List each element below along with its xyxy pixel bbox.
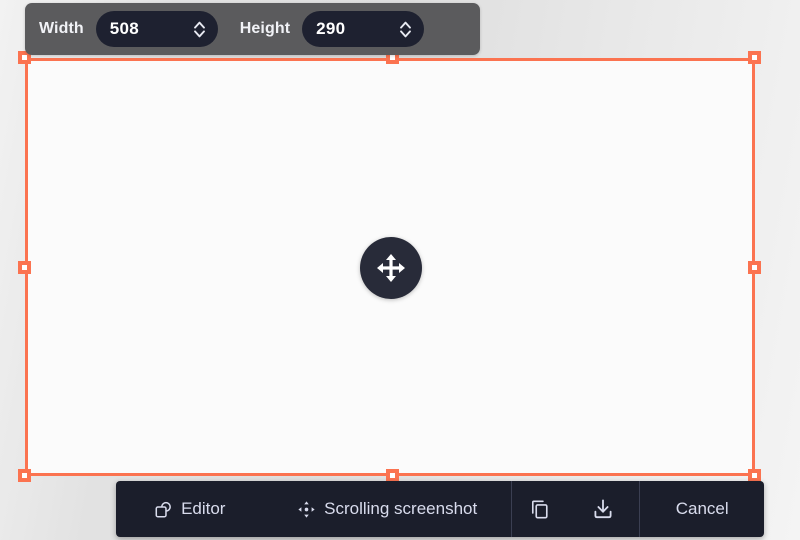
download-icon — [591, 497, 615, 521]
resize-handle-bottom-left[interactable] — [18, 469, 31, 482]
move-handle[interactable] — [360, 237, 422, 299]
resize-handle-middle-left[interactable] — [18, 261, 31, 274]
copy-button[interactable] — [512, 481, 576, 537]
resize-handle-middle-right[interactable] — [748, 261, 761, 274]
height-input[interactable]: 290 — [302, 11, 425, 47]
scrolling-screenshot-label: Scrolling screenshot — [324, 499, 478, 518]
move-arrows-icon — [297, 500, 316, 519]
cancel-button[interactable]: Cancel — [640, 481, 764, 537]
size-toolbar: Width 508 Height 290 — [25, 3, 480, 55]
height-value: 290 — [316, 19, 346, 38]
copy-icon — [528, 498, 551, 521]
shapes-icon — [154, 500, 173, 519]
width-stepper[interactable] — [193, 20, 206, 39]
action-toolbar: Editor Scrolling screenshot Cancel — [116, 481, 764, 537]
width-input[interactable]: 508 — [95, 11, 218, 47]
height-stepper[interactable] — [399, 20, 412, 39]
save-download-button[interactable] — [576, 481, 640, 537]
width-value: 508 — [109, 19, 140, 38]
scrolling-screenshot-button[interactable]: Scrolling screenshot — [264, 481, 511, 537]
resize-handle-top-right[interactable] — [748, 51, 761, 64]
editor-label: Editor — [181, 499, 226, 518]
height-control: Height 290 — [239, 11, 425, 47]
screenshot-capture-overlay: Width 508 Height 290 Editor Scrolling sc… — [0, 0, 800, 540]
width-control: Width 508 — [39, 11, 218, 47]
editor-button[interactable]: Editor — [116, 481, 264, 537]
width-label: Width — [39, 20, 84, 37]
height-label: Height — [239, 20, 291, 37]
cancel-label: Cancel — [675, 499, 729, 518]
move-arrows-icon — [375, 252, 407, 284]
